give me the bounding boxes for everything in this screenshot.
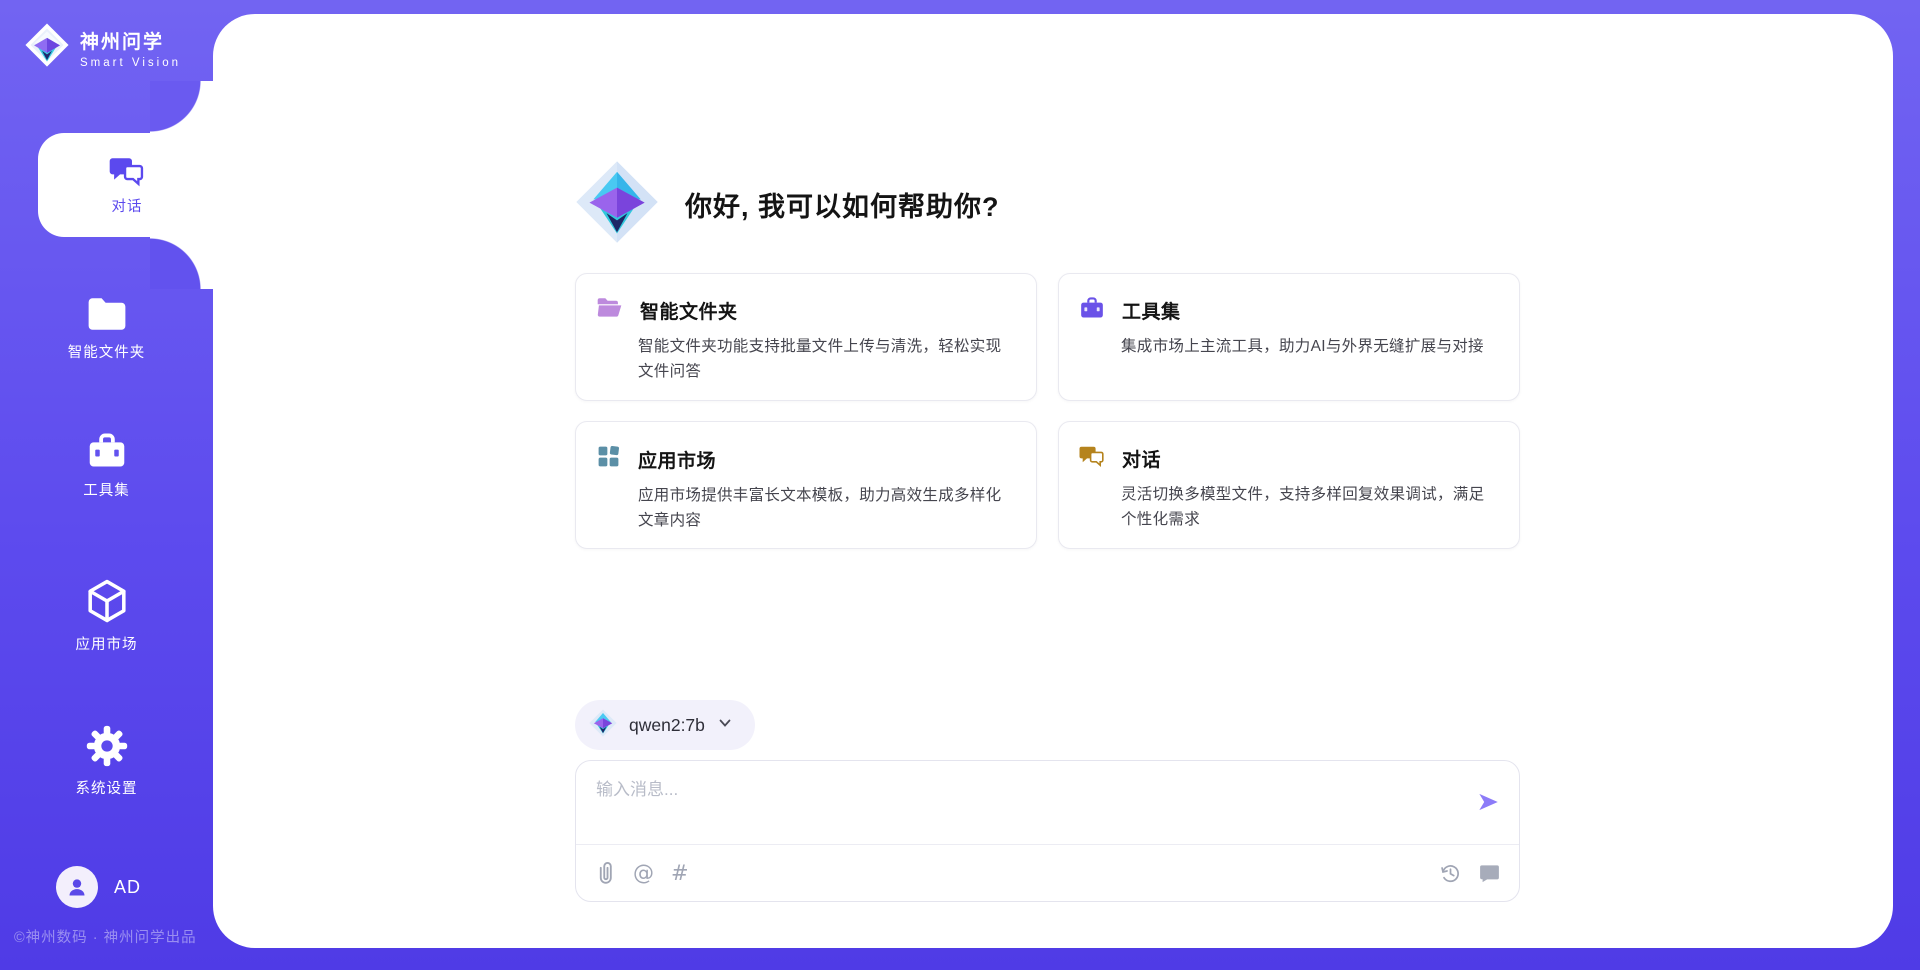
person-icon: [65, 875, 89, 899]
folder-icon: [86, 296, 128, 332]
user-profile[interactable]: AD: [56, 866, 141, 908]
hash-button[interactable]: #: [671, 861, 689, 885]
history-icon: [1439, 862, 1462, 885]
card-title: 应用市场: [638, 446, 716, 473]
sidebar: 神州问学 Smart Vision 对话 智能文件夹: [0, 0, 213, 970]
toolbox-icon: [1079, 296, 1105, 325]
sidebar-item-smart-folder[interactable]: 智能文件夹: [0, 296, 213, 362]
card-app-market[interactable]: 应用市场 应用市场提供丰富长文本模板，助力高效生成多样化文章内容: [575, 421, 1037, 549]
sidebar-item-label: 应用市场: [76, 633, 138, 654]
card-title: 智能文件夹: [640, 297, 738, 324]
card-title: 工具集: [1122, 297, 1181, 324]
cube-icon: [85, 578, 129, 624]
feedback-icon: [1478, 862, 1501, 885]
card-chat[interactable]: 对话 灵活切换多模型文件，支持多样回复效果调试，满足个性化需求: [1058, 421, 1520, 549]
sidebar-item-toolbox[interactable]: 工具集: [0, 432, 213, 500]
greeting-title: 你好, 我可以如何帮助你?: [685, 185, 1000, 224]
history-button[interactable]: [1439, 862, 1462, 885]
brand-text: 神州问学 Smart Vision: [80, 27, 181, 69]
sidebar-footer-credit: ©神州数码 · 神州问学出品: [14, 926, 197, 947]
composer-toolbar-right: [1439, 862, 1501, 885]
card-description: 灵活切换多模型文件，支持多样回复效果调试，满足个性化需求: [1121, 482, 1497, 532]
brand-logo: 神州问学 Smart Vision: [24, 22, 181, 73]
message-composer: @ #: [575, 760, 1520, 902]
gear-icon: [85, 724, 129, 768]
sidebar-item-chat[interactable]: 对话: [38, 133, 216, 237]
card-description: 应用市场提供丰富长文本模板，助力高效生成多样化文章内容: [638, 483, 1014, 533]
mention-icon: @: [633, 861, 654, 885]
assistant-diamond-logo: [575, 160, 659, 249]
sidebar-item-label: 工具集: [83, 479, 130, 500]
card-title: 对话: [1122, 445, 1161, 472]
active-tab-fillet-bottom: [150, 237, 214, 289]
active-tab-fillet-top: [150, 81, 214, 133]
sidebar-item-label: 智能文件夹: [68, 341, 146, 362]
card-description: 集成市场上主流工具，助力AI与外界无缝扩展与对接: [1121, 334, 1497, 359]
feature-cards: 智能文件夹 智能文件夹功能支持批量文件上传与清洗，轻松实现文件问答 工具集 集成…: [575, 273, 1520, 549]
toolbox-icon: [86, 432, 128, 470]
card-smart-folder[interactable]: 智能文件夹 智能文件夹功能支持批量文件上传与清洗，轻松实现文件问答: [575, 273, 1037, 401]
brand-subtitle: Smart Vision: [80, 57, 181, 69]
sidebar-item-label: 对话: [112, 195, 143, 216]
mention-button[interactable]: @: [633, 861, 654, 885]
avatar: [56, 866, 98, 908]
hash-icon: #: [671, 861, 689, 885]
app-root: 神州问学 Smart Vision 对话 智能文件夹: [0, 0, 1920, 970]
brand-diamond-logo: [24, 22, 70, 73]
attach-button[interactable]: [596, 861, 616, 885]
sidebar-item-label: 系统设置: [76, 777, 138, 798]
chat-icon: [1079, 444, 1105, 473]
message-input[interactable]: [596, 775, 1456, 827]
chat-icon: [109, 154, 145, 188]
brand-name: 神州问学: [80, 27, 181, 54]
chevron-down-icon: [717, 715, 733, 736]
attach-icon: [596, 861, 616, 885]
composer-toolbar: @ #: [596, 845, 1501, 901]
model-diamond-icon: [589, 709, 617, 742]
grid-icon: [596, 444, 621, 474]
model-selector[interactable]: qwen2:7b: [575, 700, 755, 750]
sidebar-item-settings[interactable]: 系统设置: [0, 724, 213, 798]
send-button[interactable]: [1473, 787, 1503, 817]
user-name: AD: [114, 877, 141, 898]
feedback-button[interactable]: [1478, 862, 1501, 885]
folder-open-icon: [596, 296, 623, 325]
model-name: qwen2:7b: [629, 715, 705, 736]
send-icon: [1475, 789, 1501, 815]
card-description: 智能文件夹功能支持批量文件上传与清洗，轻松实现文件问答: [638, 334, 1014, 384]
sidebar-item-app-market[interactable]: 应用市场: [0, 578, 213, 654]
greeting: 你好, 我可以如何帮助你?: [575, 160, 1000, 249]
card-toolbox[interactable]: 工具集 集成市场上主流工具，助力AI与外界无缝扩展与对接: [1058, 273, 1520, 401]
